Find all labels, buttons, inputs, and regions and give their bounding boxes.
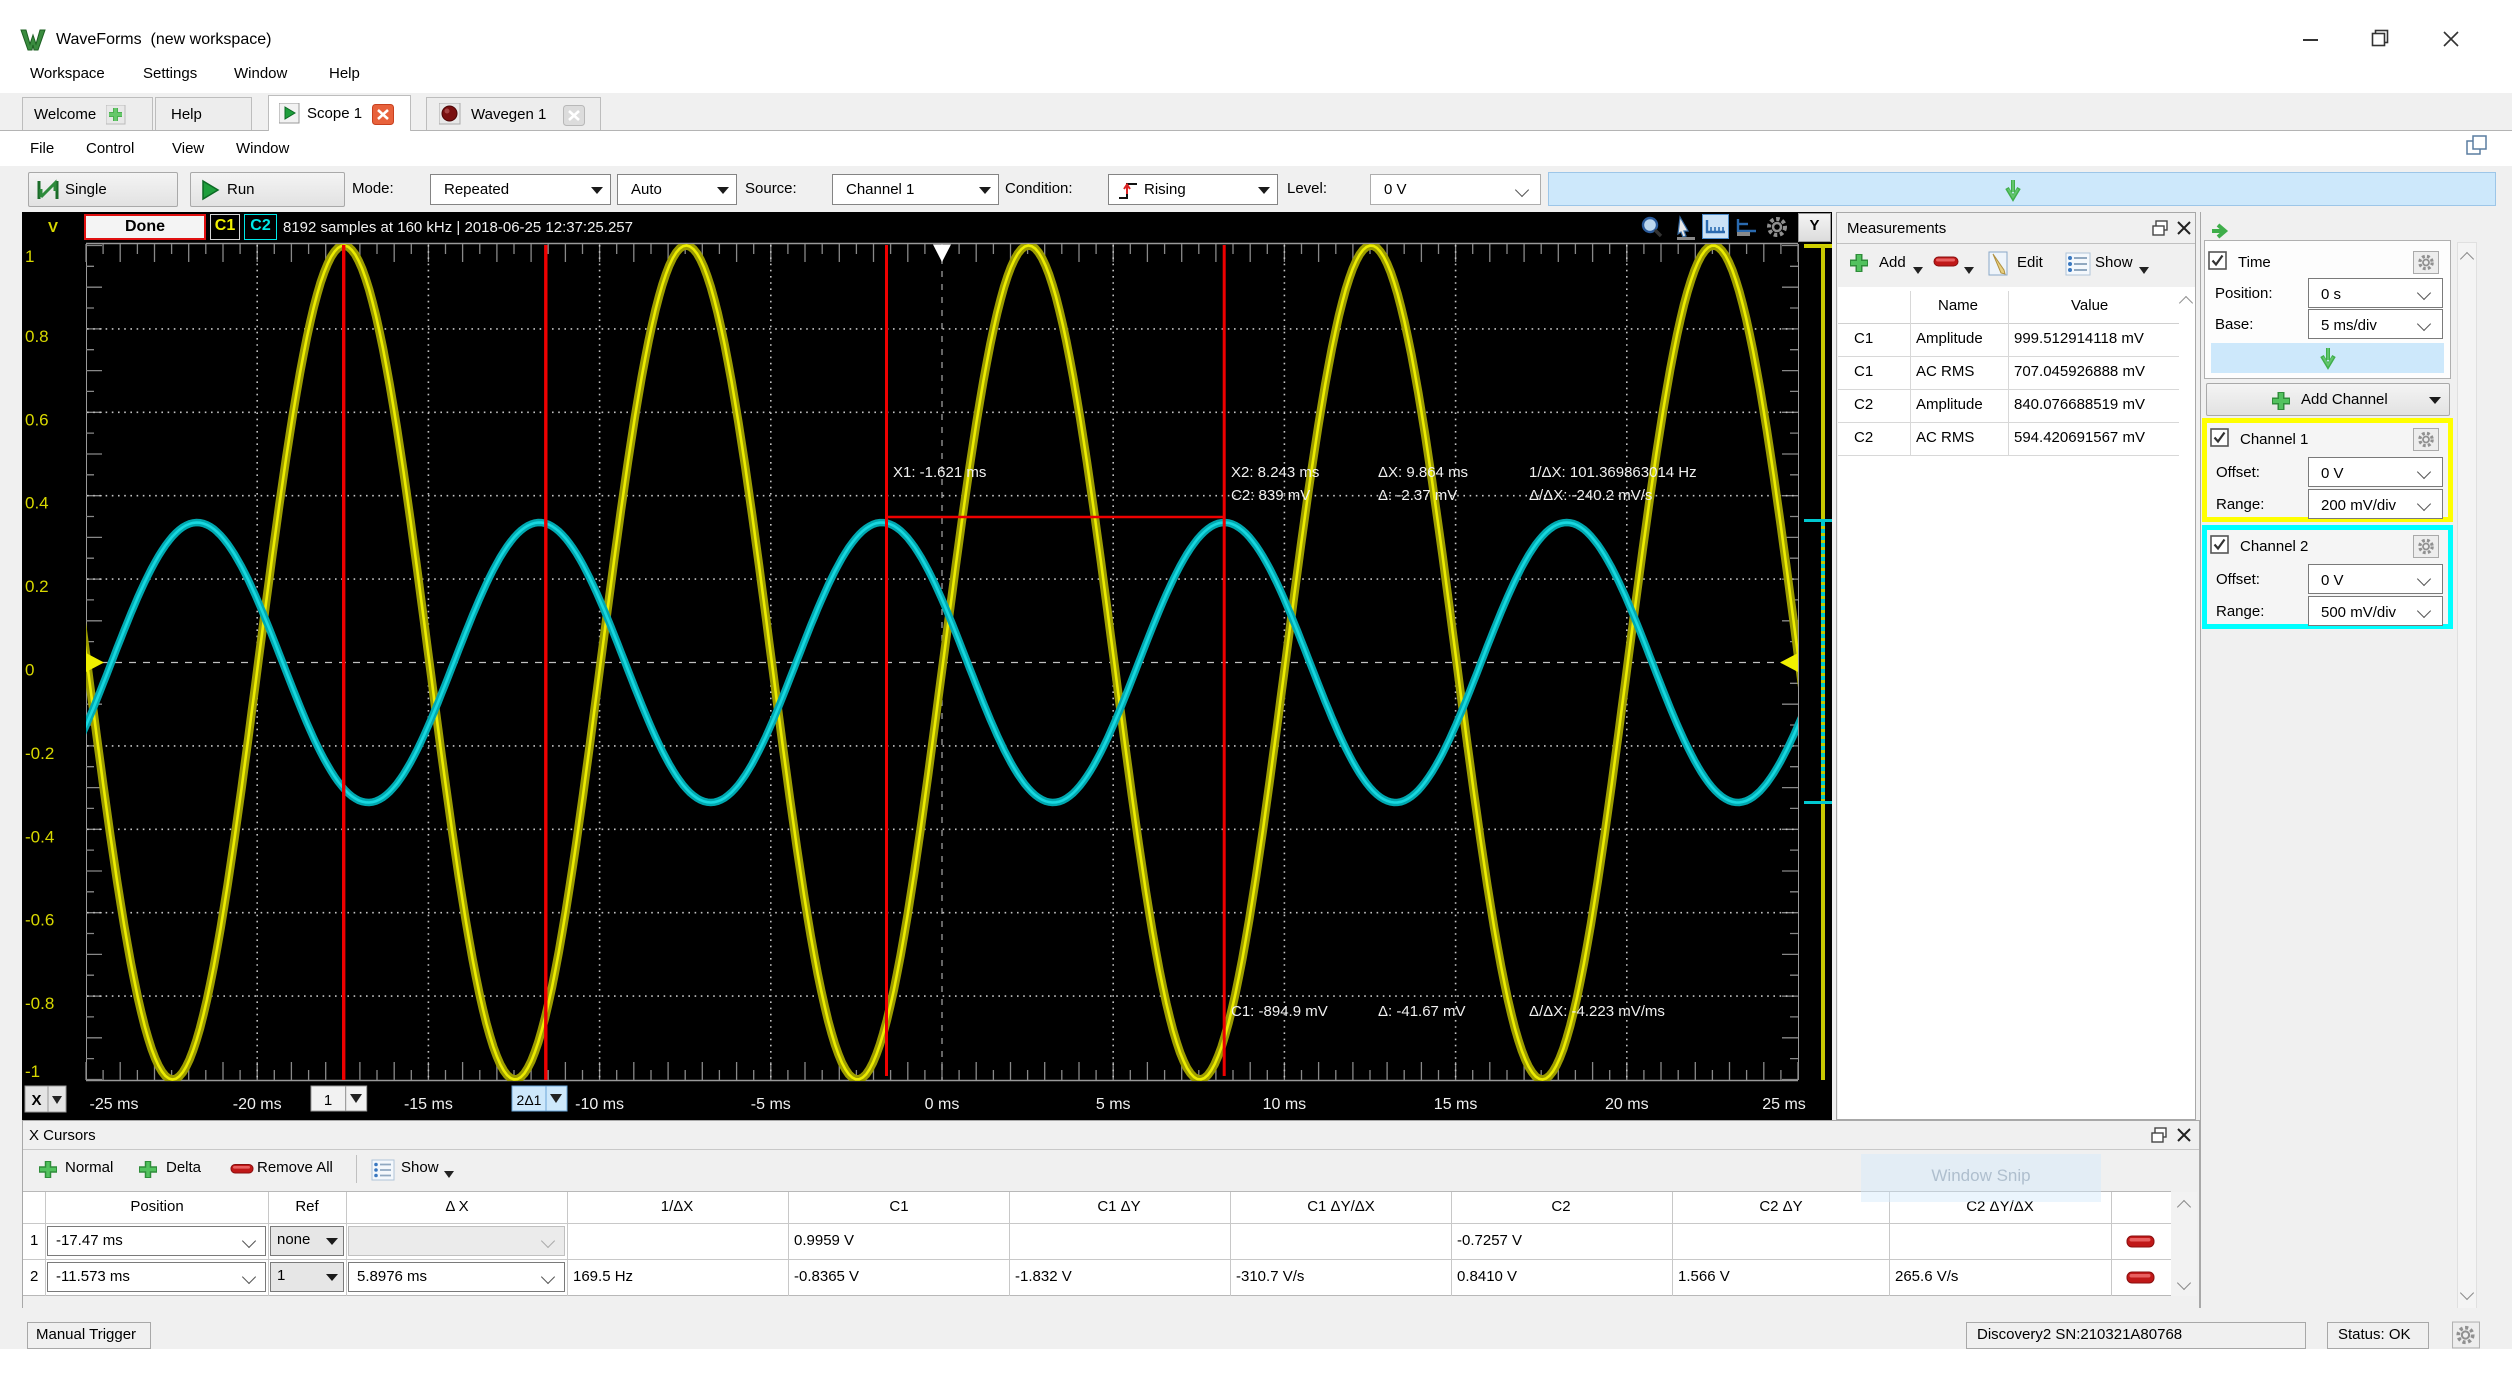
svg-text:15 ms: 15 ms (1434, 1096, 1478, 1113)
svg-text:X1: -1.621 ms: X1: -1.621 ms (893, 464, 986, 481)
svg-text:-0.6: -0.6 (25, 911, 54, 930)
svg-text:-10 ms: -10 ms (575, 1096, 624, 1113)
svg-text:Δ/ΔX: -4.223 mV/ms: Δ/ΔX: -4.223 mV/ms (1529, 1003, 1665, 1020)
svg-text:0.4: 0.4 (25, 494, 49, 513)
svg-text:C2: 839 mV: C2: 839 mV (1231, 487, 1310, 504)
svg-text:25 ms: 25 ms (1762, 1096, 1806, 1113)
svg-text:Δ: -41.67 mV: Δ: -41.67 mV (1378, 1003, 1466, 1020)
svg-text:0 ms: 0 ms (925, 1096, 960, 1113)
svg-text:20 ms: 20 ms (1605, 1096, 1649, 1113)
svg-text:10 ms: 10 ms (1263, 1096, 1307, 1113)
svg-text:-20 ms: -20 ms (233, 1096, 282, 1113)
svg-text:0.8: 0.8 (25, 327, 49, 346)
svg-text:-0.8: -0.8 (25, 994, 54, 1013)
svg-text:-5 ms: -5 ms (751, 1096, 791, 1113)
svg-text:0: 0 (25, 661, 34, 680)
svg-text:5 ms: 5 ms (1096, 1096, 1131, 1113)
svg-text:ΔX: 9.864 ms: ΔX: 9.864 ms (1378, 464, 1468, 481)
svg-text:0.2: 0.2 (25, 577, 49, 596)
svg-text:1/ΔX: 101.369863014 Hz: 1/ΔX: 101.369863014 Hz (1529, 464, 1697, 481)
svg-text:-0.4: -0.4 (25, 827, 54, 846)
svg-text:Δ/ΔX: -240.2 mV/s: Δ/ΔX: -240.2 mV/s (1529, 487, 1652, 504)
svg-text:-25 ms: -25 ms (90, 1096, 139, 1113)
svg-text:0.6: 0.6 (25, 410, 49, 429)
svg-text:2Δ1: 2Δ1 (517, 1092, 542, 1108)
svg-text:1: 1 (25, 247, 34, 266)
svg-text:-1: -1 (25, 1062, 40, 1081)
svg-text:C1: -894.9 mV: C1: -894.9 mV (1231, 1003, 1328, 1020)
svg-text:-0.2: -0.2 (25, 744, 54, 763)
svg-text:Δ: -2.37 mV: Δ: -2.37 mV (1378, 487, 1457, 504)
svg-text:-15 ms: -15 ms (404, 1096, 453, 1113)
svg-text:X2: 8.243 ms: X2: 8.243 ms (1231, 464, 1319, 481)
svg-text:X: X (31, 1092, 41, 1109)
svg-text:1: 1 (324, 1092, 332, 1109)
